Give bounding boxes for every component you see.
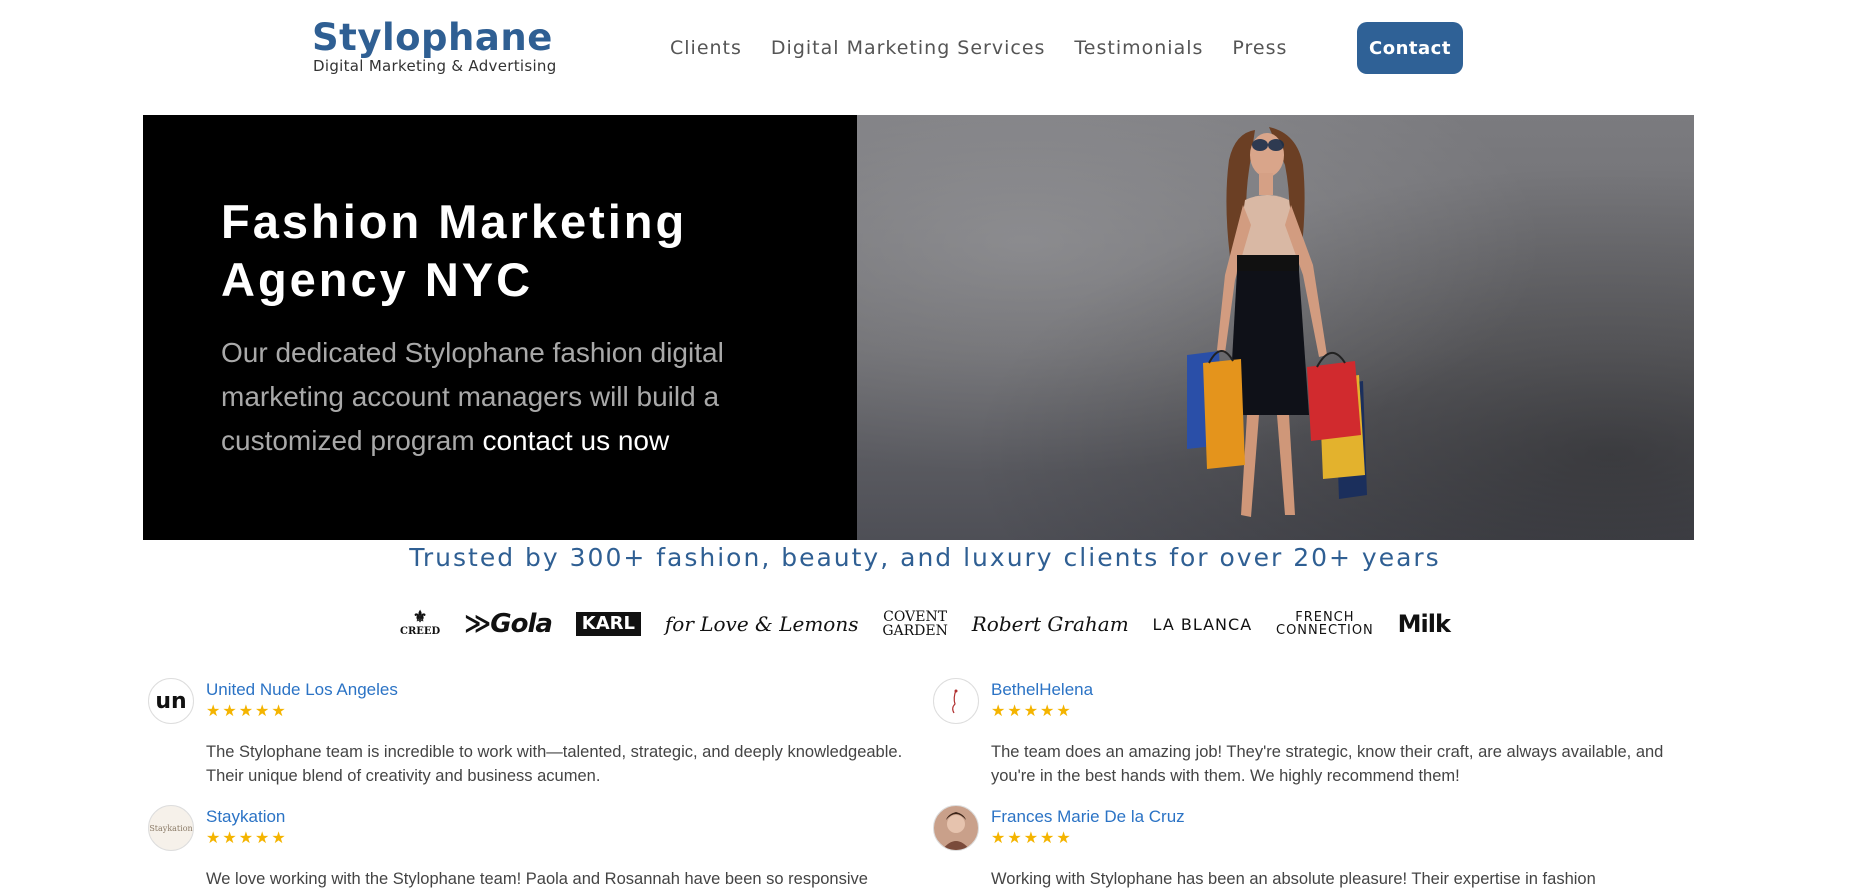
covent-garden-line2: GARDEN — [882, 623, 948, 639]
robert-graham-logo: Robert Graham — [971, 612, 1129, 636]
hero-description: Our dedicated Stylophane fashion digital… — [221, 331, 801, 463]
nav-clients[interactable]: Clients — [670, 36, 742, 60]
avatar-text: Staykation — [149, 823, 193, 833]
creed-logo: ⚜ CREED — [400, 608, 441, 638]
logo-tagline: Digital Marketing & Advertising — [313, 57, 557, 75]
profile-photo-icon — [942, 812, 970, 850]
nav-digital-marketing-services[interactable]: Digital Marketing Services — [771, 36, 1046, 60]
star-rating: ★★★★★ — [206, 703, 288, 720]
client-logos: ⚜ CREED ≫Gola KARL for Love & Lemons COV… — [400, 600, 1451, 648]
avatar — [933, 678, 979, 724]
milk-makeup-logo: Milk — [1397, 610, 1451, 638]
reviewer-name[interactable]: United Nude Los Angeles — [206, 680, 398, 700]
karl-lagerfeld-logo: KARL — [575, 612, 642, 636]
avatar — [933, 805, 979, 851]
logo-wordmark: Stylophane — [312, 16, 553, 59]
french-connection-logo: FRENCH CONNECTION — [1276, 611, 1374, 637]
la-blanca-logo: LA BLANCA — [1152, 614, 1253, 634]
site-header: Stylophane Digital Marketing & Advertisi… — [0, 0, 1850, 96]
star-rating: ★★★★★ — [991, 830, 1073, 847]
main-nav: Clients Digital Marketing Services Testi… — [670, 36, 1316, 60]
french-connection-line2: CONNECTION — [1276, 623, 1374, 638]
covent-garden-logo: COVENT GARDEN — [882, 610, 948, 638]
gola-logo-text: Gola — [490, 609, 553, 639]
avatar-initials: un — [155, 688, 187, 714]
gola-logo: ≫Gola — [464, 609, 553, 639]
creed-logo-text: CREED — [400, 625, 441, 637]
hero-title: Fashion Marketing Agency NYC — [221, 195, 688, 306]
star-rating: ★★★★★ — [991, 703, 1073, 720]
dress-sketch-icon — [952, 689, 958, 714]
nav-press[interactable]: Press — [1232, 36, 1287, 60]
nav-testimonials[interactable]: Testimonials — [1074, 36, 1203, 60]
hero-banner: Fashion Marketing Agency NYC Our dedicat… — [143, 115, 1694, 540]
avatar: un — [148, 678, 194, 724]
crest-icon: ⚜ — [412, 606, 428, 626]
hero-text-panel: Fashion Marketing Agency NYC Our dedicat… — [143, 115, 857, 540]
avatar: Staykation — [148, 805, 194, 851]
reviewer-name[interactable]: BethelHelena — [991, 680, 1093, 700]
site-logo[interactable]: Stylophane Digital Marketing & Advertisi… — [312, 18, 576, 78]
star-rating: ★★★★★ — [206, 830, 288, 847]
hero-image — [857, 115, 1694, 540]
gola-wing-icon: ≫ — [464, 609, 491, 639]
contact-us-link[interactable]: contact us now — [482, 425, 669, 456]
review-text: The Stylophane team is incredible to wor… — [206, 743, 903, 785]
contact-button[interactable]: Contact — [1357, 22, 1463, 74]
reviewer-name[interactable]: Staykation — [206, 807, 285, 827]
hero-model-illustration — [1187, 127, 1367, 517]
review-text: The team does an amazing job! They're st… — [991, 743, 1664, 785]
review-text: We love working with the Stylophane team… — [206, 870, 868, 888]
review-text: Working with Stylophane has been an abso… — [991, 870, 1596, 888]
reviewer-name[interactable]: Frances Marie De la Cruz — [991, 807, 1185, 827]
trusted-by-heading: Trusted by 300+ fashion, beauty, and lux… — [409, 543, 1441, 572]
love-and-lemons-logo: for Love & Lemons — [664, 612, 859, 636]
